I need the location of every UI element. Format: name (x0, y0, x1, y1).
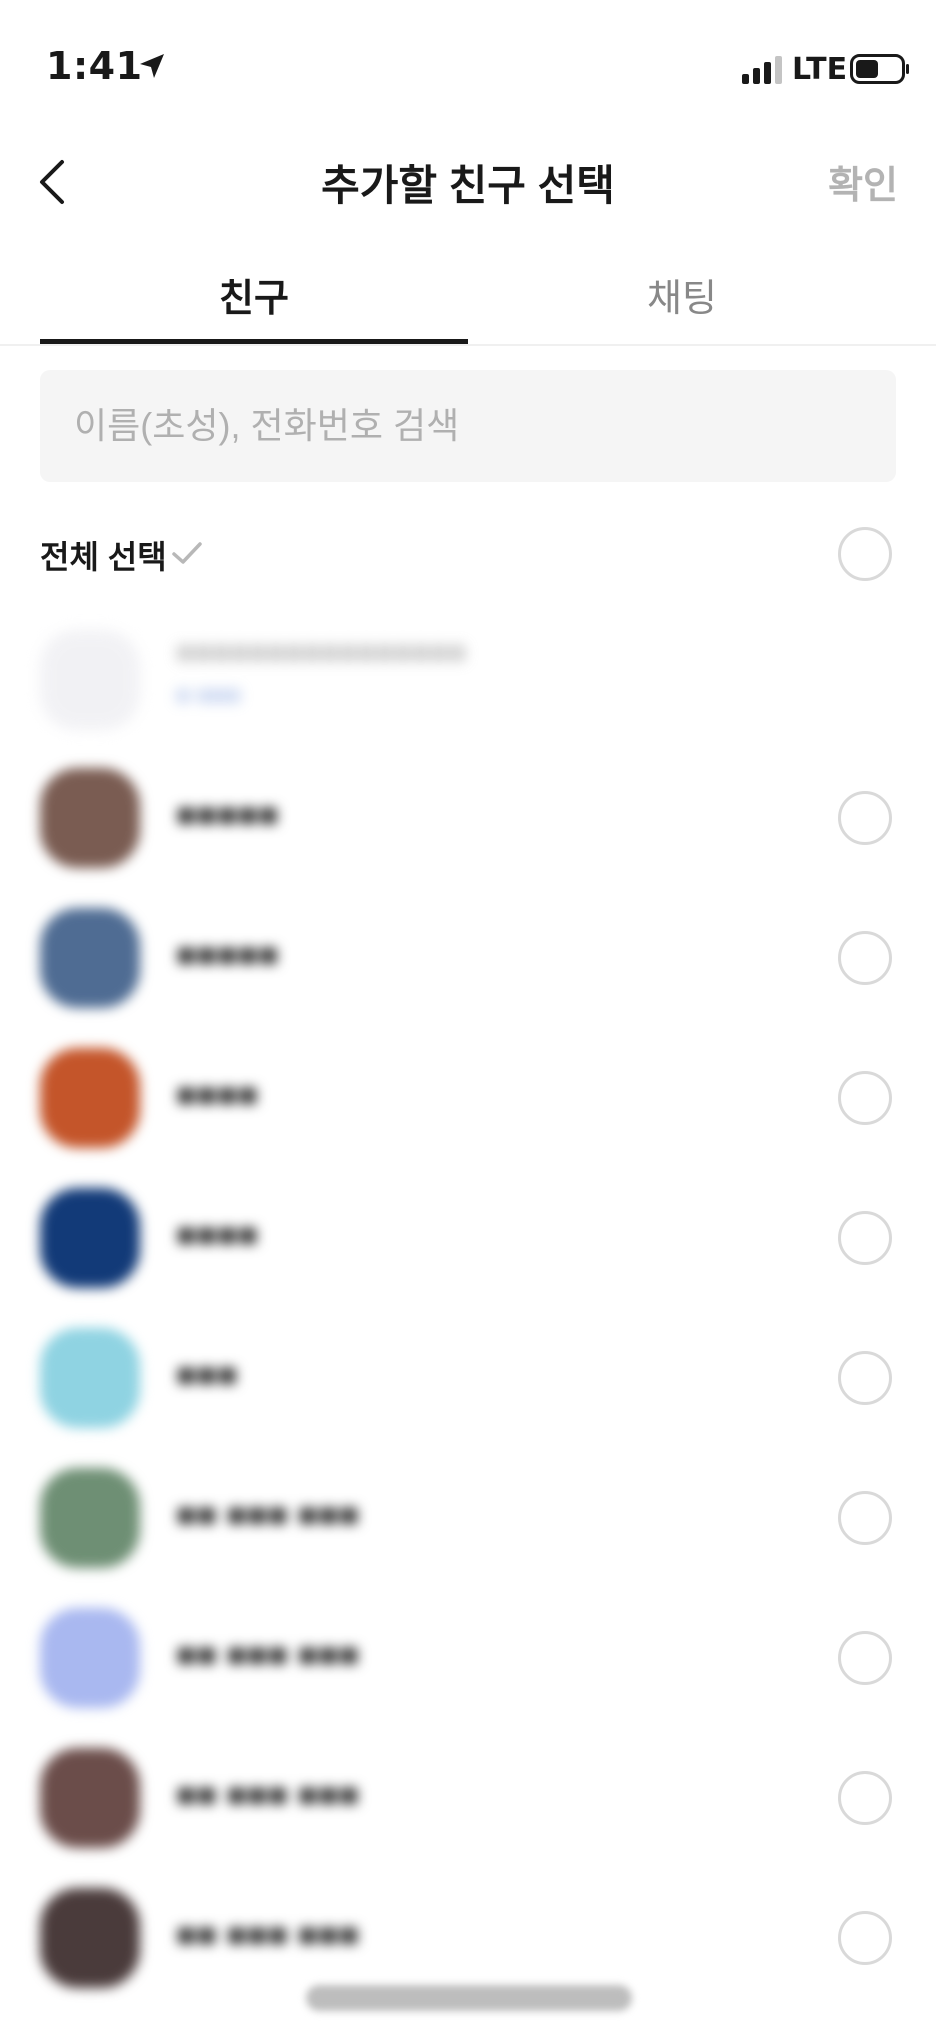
my-profile-name: ■■■■■■■■■■■■■■■■ (176, 636, 466, 669)
search-box (40, 370, 896, 482)
friend-row[interactable]: ■■■■ (0, 1168, 936, 1308)
friend-name: ■■■■ (176, 1076, 259, 1114)
friend-name: ■■■■■ (176, 796, 279, 834)
friend-select-checkbox[interactable] (838, 1071, 892, 1125)
divider (0, 344, 936, 346)
avatar (40, 1048, 140, 1148)
avatar (40, 630, 140, 730)
tab-friends[interactable]: 친구 (40, 245, 468, 345)
my-profile-row: ■■■■■■■■■■■■■■■■ ■ ■■■ (0, 620, 936, 740)
friend-name: ■■ ■■■ ■■■ (176, 1636, 360, 1674)
avatar (40, 1748, 140, 1848)
friend-select-checkbox[interactable] (838, 1631, 892, 1685)
select-all-label[interactable]: 전체 선택 (40, 532, 167, 578)
network-label: LTE (792, 52, 848, 87)
friend-select-checkbox[interactable] (838, 791, 892, 845)
battery-icon (850, 54, 909, 84)
confirm-button[interactable]: 확인 (828, 154, 898, 209)
friend-row[interactable]: ■■■■■ (0, 748, 936, 888)
avatar (40, 1608, 140, 1708)
friend-name: ■■ ■■■ ■■■ (176, 1496, 360, 1534)
status-time: 1:41 (46, 44, 143, 88)
avatar (40, 1188, 140, 1288)
nav-bar: 추가할 친구 선택 확인 (0, 130, 936, 230)
friend-row[interactable]: ■■■■ (0, 1028, 936, 1168)
friend-select-checkbox[interactable] (838, 931, 892, 985)
friend-name: ■■■■ (176, 1216, 259, 1254)
select-all-checkbox[interactable] (838, 527, 892, 581)
avatar (40, 908, 140, 1008)
friend-row[interactable]: ■■■■■ (0, 888, 936, 1028)
home-indicator (306, 1985, 632, 2011)
check-icon (172, 542, 202, 564)
tab-bar: 친구 채팅 (40, 245, 896, 345)
search-input[interactable] (40, 370, 896, 482)
friend-row[interactable]: ■■ ■■■ ■■■ (0, 1448, 936, 1588)
friend-row[interactable]: ■■ ■■■ ■■■ (0, 1588, 936, 1728)
avatar (40, 768, 140, 868)
avatar (40, 1888, 140, 1988)
signal-icon (742, 56, 782, 84)
friend-name: ■■ ■■■ ■■■ (176, 1916, 360, 1954)
page-title: 추가할 친구 선택 (321, 162, 615, 209)
tab-chats[interactable]: 채팅 (468, 245, 896, 345)
friend-name: ■■ ■■■ ■■■ (176, 1776, 360, 1814)
friend-row[interactable]: ■■ ■■■ ■■■ (0, 1728, 936, 1868)
avatar (40, 1468, 140, 1568)
friend-select-checkbox[interactable] (838, 1351, 892, 1405)
friend-row[interactable]: ■■■ (0, 1308, 936, 1448)
avatar (40, 1328, 140, 1428)
friend-select-checkbox[interactable] (838, 1911, 892, 1965)
friend-name: ■■■■■ (176, 936, 279, 974)
friend-select-checkbox[interactable] (838, 1771, 892, 1825)
friend-select-checkbox[interactable] (838, 1491, 892, 1545)
friend-select-checkbox[interactable] (838, 1211, 892, 1265)
status-bar: 1:41 LTE (0, 0, 936, 120)
location-arrow-icon (140, 54, 164, 78)
my-profile-status: ■ ■■■ (176, 682, 241, 709)
friend-name: ■■■ (176, 1356, 238, 1394)
